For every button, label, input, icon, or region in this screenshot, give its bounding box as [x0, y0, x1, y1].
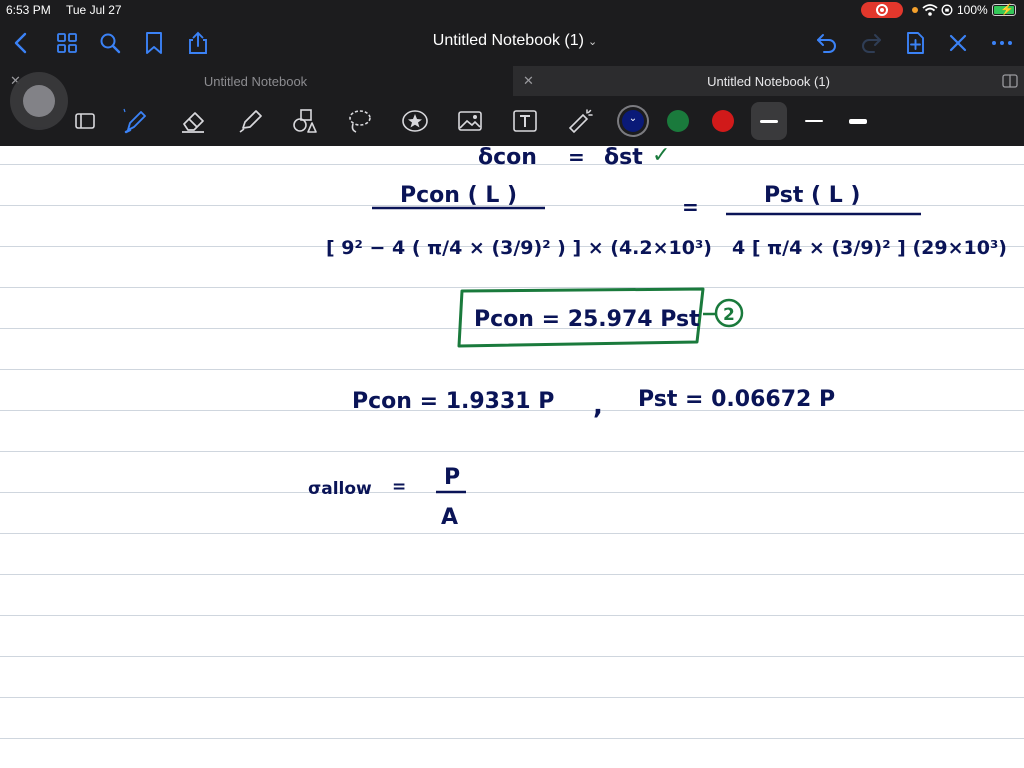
highlighter-icon[interactable]	[235, 106, 265, 136]
ink-comma: ,	[593, 391, 603, 421]
ink-sigma-denominator: A	[441, 505, 458, 530]
ink-sigma-allow: σallow	[308, 479, 372, 499]
stroke-width-medium[interactable]	[805, 120, 823, 122]
ink-sigma-equals: =	[392, 477, 406, 497]
chevron-down-icon: ⌄	[587, 36, 598, 48]
add-page-icon[interactable]	[902, 30, 928, 56]
ink-equation-number: 2	[723, 305, 735, 325]
tab-untitled-notebook-1[interactable]: ✕ Untitled Notebook (1)	[513, 66, 1024, 96]
pen-icon[interactable]	[120, 106, 150, 136]
ink-right-numerator: Pst ( L )	[764, 183, 860, 208]
status-date: Tue Jul 27	[66, 3, 122, 17]
orientation-lock-icon	[941, 4, 953, 16]
ink-delta-st: δst	[604, 146, 643, 170]
document-icon[interactable]	[70, 106, 100, 136]
lasso-icon[interactable]	[345, 106, 375, 136]
ink-right-denominator: 4 [ π/4 × (3/9)² ] (29×10³)	[732, 237, 1007, 259]
ink-pcon-result: Pcon = 1.9331 P	[352, 389, 554, 414]
undo-icon[interactable]	[814, 30, 840, 56]
floating-assistive-button[interactable]	[10, 72, 68, 130]
ink-left-denominator: [ 9² − 4 ( π/4 × (3/9)² ) ] × (4.2×10³)	[326, 237, 712, 259]
image-icon[interactable]	[455, 106, 485, 136]
tab-bar: ✕ Untitled Notebook ✕ Untitled Notebook …	[0, 66, 1024, 96]
split-view-icon[interactable]	[1002, 73, 1018, 89]
close-x-icon[interactable]	[945, 30, 971, 56]
ink-check-mark: ✓	[652, 146, 670, 168]
tab-label: Untitled Notebook (1)	[707, 74, 830, 89]
status-bar: 6:53 PM Tue Jul 27 100% ⚡	[0, 0, 1024, 20]
notebook-title-menu[interactable]: Untitled Notebook (1) ⌄	[380, 32, 650, 50]
wifi-icon	[922, 4, 938, 16]
selected-chevron-icon: ⌄	[628, 113, 638, 124]
notebook-title: Untitled Notebook (1)	[432, 32, 584, 49]
tab-untitled-notebook[interactable]: ✕ Untitled Notebook	[0, 66, 511, 96]
laser-pointer-icon[interactable]	[565, 106, 595, 136]
ink-sigma-numerator: P	[444, 465, 460, 490]
ink-equals: =	[568, 146, 585, 169]
shapes-icon[interactable]	[290, 106, 320, 136]
thumbnails-grid-icon[interactable]	[54, 30, 80, 56]
color-swatch-red[interactable]	[712, 110, 734, 132]
battery-icon: ⚡	[992, 4, 1016, 16]
sticker-icon[interactable]	[400, 106, 430, 136]
ink-boxed-equation: Pcon = 25.974 Pst	[474, 307, 700, 332]
eraser-icon[interactable]	[178, 106, 208, 136]
battery-percentage: 100%	[957, 3, 988, 17]
redo-icon[interactable]	[858, 30, 884, 56]
notebook-page[interactable]: δcon = δst ✓ Pcon ( L ) [ 9² − 4 ( π/4 ×…	[0, 146, 1024, 768]
app-chrome: 6:53 PM Tue Jul 27 100% ⚡ Untitled Noteb…	[0, 0, 1024, 146]
stroke-width-thick[interactable]	[849, 119, 867, 124]
screen-recording-indicator[interactable]	[861, 2, 903, 18]
search-icon[interactable]	[97, 30, 123, 56]
ink-left-numerator: Pcon ( L )	[400, 183, 517, 208]
status-time: 6:53 PM	[6, 3, 51, 17]
more-options-icon[interactable]	[989, 30, 1015, 56]
ink-fraction-equals: =	[682, 195, 699, 219]
color-swatch-navy[interactable]: ⌄	[622, 110, 644, 132]
text-box-icon[interactable]	[510, 106, 540, 136]
drawing-toolbar: ⌄	[0, 96, 1024, 146]
microphone-dot-icon	[912, 7, 918, 13]
ink-delta-con: δcon	[478, 146, 537, 170]
color-swatch-green[interactable]	[667, 110, 689, 132]
share-icon[interactable]	[185, 30, 211, 56]
nav-bar: Untitled Notebook (1) ⌄	[0, 22, 1024, 64]
ink-pst-result: Pst = 0.06672 P	[638, 387, 835, 412]
bookmark-icon[interactable]	[141, 30, 167, 56]
back-icon[interactable]	[8, 30, 34, 56]
stroke-width-thin[interactable]	[760, 120, 778, 123]
handwritten-ink-layer: δcon = δst ✓ Pcon ( L ) [ 9² − 4 ( π/4 ×…	[308, 146, 1007, 530]
tab-label: Untitled Notebook	[203, 74, 308, 89]
